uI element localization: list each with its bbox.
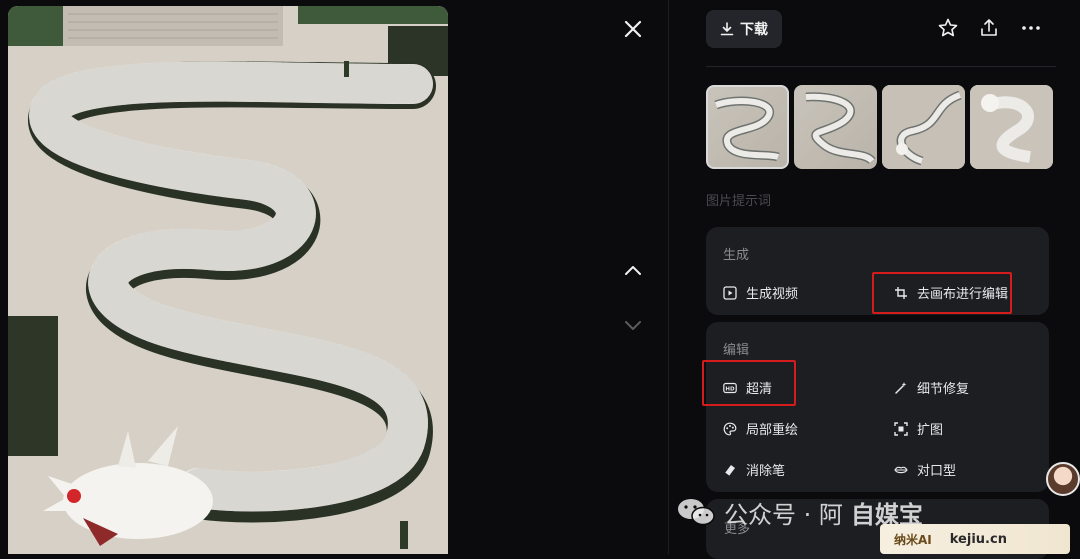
download-label: 下载	[740, 22, 768, 38]
lip-sync-button[interactable]: 对口型	[894, 460, 956, 479]
palette-icon	[723, 422, 737, 435]
favorite-button[interactable]	[936, 16, 960, 40]
watermark-logo-text: 纳米AI	[894, 532, 932, 547]
expand-icon	[894, 421, 908, 436]
thumbnail-3[interactable]	[882, 85, 965, 169]
watermark-site: kejiu.cn	[949, 531, 1007, 547]
lips-icon	[894, 466, 908, 473]
generate-video-label: 生成视频	[746, 287, 799, 302]
more-icon	[1022, 26, 1040, 30]
svg-text:HD: HD	[725, 386, 735, 392]
share-button[interactable]	[977, 16, 1001, 40]
edit-card-title: 编辑	[723, 343, 750, 358]
share-icon	[981, 19, 997, 36]
thumbnail-4[interactable]	[970, 85, 1053, 169]
eraser-label: 消除笔	[746, 464, 786, 479]
eraser-button[interactable]: 消除笔	[723, 460, 785, 479]
outpaint-label: 扩图	[917, 423, 944, 438]
watermark-logo: 纳米AI kejiu.cn	[880, 524, 1070, 554]
crop-icon	[895, 286, 907, 299]
previous-image-button[interactable]	[620, 258, 646, 284]
main-image	[8, 6, 448, 554]
hd-icon: HD	[723, 382, 737, 393]
dragon-formation-image	[8, 6, 448, 554]
thumbnail-2[interactable]	[794, 85, 877, 169]
detail-repair-button[interactable]: 细节修复	[894, 378, 969, 397]
outpaint-button[interactable]: 扩图	[894, 419, 943, 438]
star-icon	[938, 18, 958, 37]
thumbnail-1[interactable]	[706, 85, 789, 169]
generate-card-title: 生成	[723, 248, 750, 263]
lip-sync-label: 对口型	[917, 464, 957, 479]
close-icon	[624, 20, 642, 38]
more-button[interactable]	[1019, 16, 1043, 40]
chevron-down-icon	[625, 321, 641, 330]
eraser-icon	[724, 464, 735, 476]
chevron-up-icon	[625, 266, 641, 275]
magic-wand-icon	[895, 381, 907, 394]
download-button[interactable]: 下载	[706, 10, 782, 48]
play-icon	[723, 285, 737, 300]
panel-divider	[668, 0, 669, 554]
super-resolution-button[interactable]: HD 超清	[723, 378, 772, 397]
wechat-icon	[678, 499, 715, 526]
inpaint-label: 局部重绘	[746, 423, 799, 438]
toolbar-divider	[706, 66, 1056, 67]
next-image-button[interactable]	[620, 312, 646, 338]
edit-on-canvas-label: 去画布进行编辑	[917, 287, 1009, 302]
generate-card: 生成 生成视频 去画布进行编辑	[706, 227, 1049, 315]
close-button[interactable]	[620, 16, 646, 42]
detail-repair-label: 细节修复	[917, 382, 970, 397]
watermark-text: 公众号 · 阿	[724, 500, 843, 529]
inpaint-button[interactable]: 局部重绘	[723, 419, 798, 438]
super-resolution-label: 超清	[746, 382, 773, 397]
thumbnail-strip	[706, 85, 1053, 169]
user-avatar[interactable]	[1046, 462, 1080, 496]
edit-on-canvas-button[interactable]: 去画布进行编辑	[894, 283, 1008, 302]
download-icon	[720, 22, 734, 36]
generate-video-button[interactable]: 生成视频	[723, 283, 798, 302]
prompt-section-label: 图片提示词	[706, 194, 772, 209]
edit-card: 编辑 HD 超清 细节修复 局部重绘 扩图 消除笔 对口型	[706, 322, 1049, 492]
